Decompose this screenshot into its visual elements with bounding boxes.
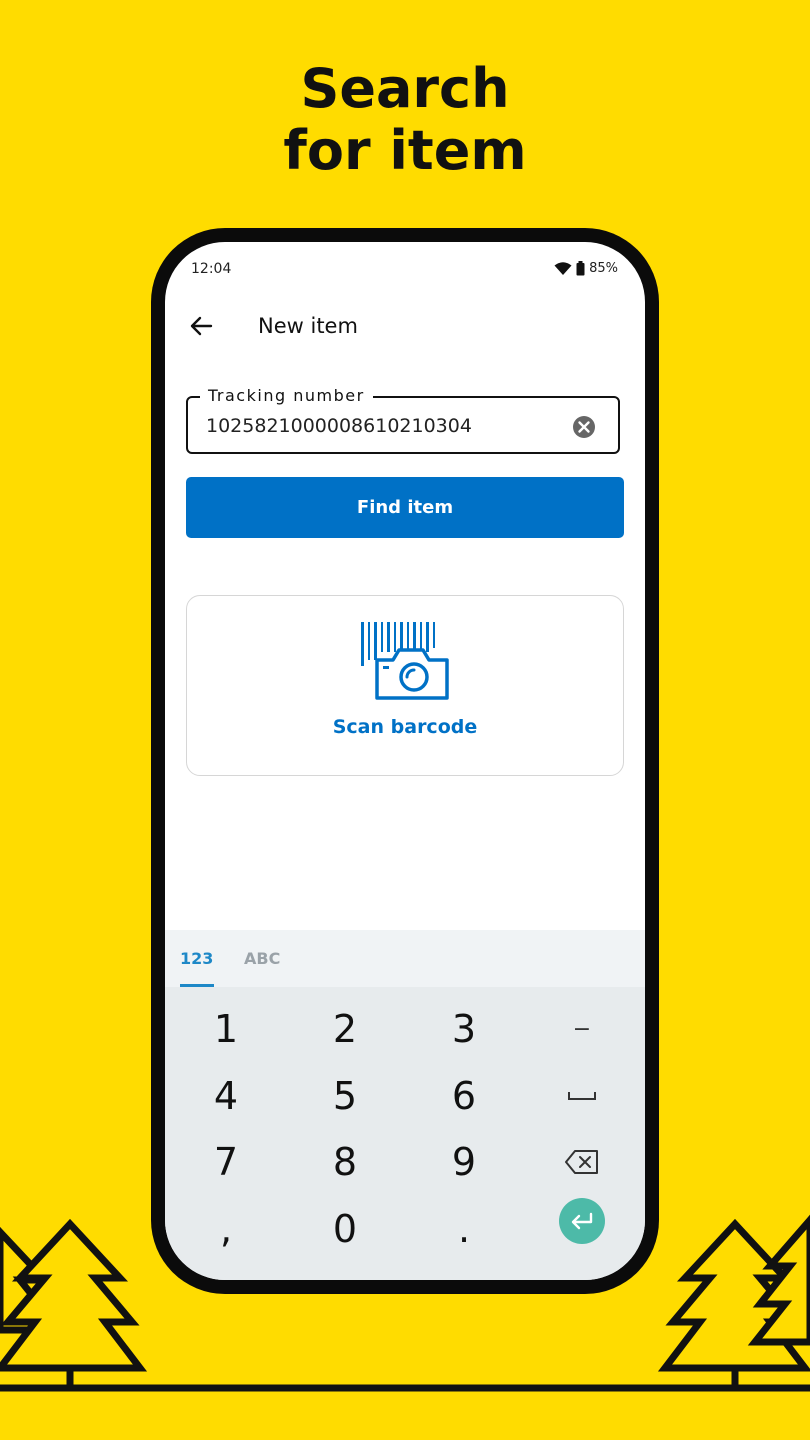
scan-barcode-card[interactable]: Scan barcode bbox=[186, 595, 624, 776]
page-title: New item bbox=[258, 314, 358, 338]
key-3[interactable]: 3 bbox=[405, 997, 523, 1061]
key-space[interactable] bbox=[523, 1064, 641, 1128]
tree-decoration bbox=[0, 1214, 810, 1392]
status-time: 12:04 bbox=[191, 261, 232, 277]
key-9[interactable]: 9 bbox=[405, 1130, 523, 1194]
key-2[interactable]: 2 bbox=[286, 997, 404, 1061]
wifi-icon bbox=[554, 261, 572, 275]
barcode-camera-icon bbox=[361, 622, 449, 700]
find-item-button[interactable]: Find item bbox=[186, 477, 624, 538]
tab-abc[interactable]: ABC bbox=[244, 949, 280, 968]
key-6[interactable]: 6 bbox=[405, 1064, 523, 1128]
headline-line-1: Search bbox=[300, 57, 510, 120]
battery-icon bbox=[576, 261, 585, 276]
keyboard-tab-bar: 123 ABC bbox=[165, 930, 645, 987]
clear-icon[interactable] bbox=[572, 415, 596, 439]
key-backspace[interactable] bbox=[523, 1130, 641, 1194]
back-button[interactable] bbox=[185, 306, 217, 346]
promo-headline: Search for item bbox=[0, 58, 810, 182]
back-arrow-icon bbox=[190, 316, 213, 336]
app-bar: New item bbox=[165, 298, 645, 354]
key-1[interactable]: 1 bbox=[167, 997, 285, 1061]
scan-barcode-label: Scan barcode bbox=[332, 716, 478, 738]
status-bar: 12:04 85% bbox=[165, 242, 645, 298]
key-7[interactable]: 7 bbox=[167, 1130, 285, 1194]
phone-screen: 12:04 85% New item Tracking number 10258… bbox=[165, 242, 645, 1280]
key-4[interactable]: 4 bbox=[167, 1064, 285, 1128]
space-icon bbox=[568, 1092, 596, 1100]
tracking-number-field[interactable]: Tracking number 102582100000861021030​4 bbox=[186, 385, 620, 454]
status-icons: 85% bbox=[554, 261, 618, 276]
key-8[interactable]: 8 bbox=[286, 1130, 404, 1194]
battery-percent: 85% bbox=[589, 261, 618, 276]
backspace-icon bbox=[565, 1150, 598, 1174]
key-5[interactable]: 5 bbox=[286, 1064, 404, 1128]
tracking-number-input[interactable]: 102582100000861021030​4 bbox=[206, 398, 566, 454]
key-minus[interactable]: − bbox=[523, 997, 641, 1061]
headline-line-2: for item bbox=[283, 119, 527, 182]
tab-123[interactable]: 123 bbox=[180, 949, 213, 968]
